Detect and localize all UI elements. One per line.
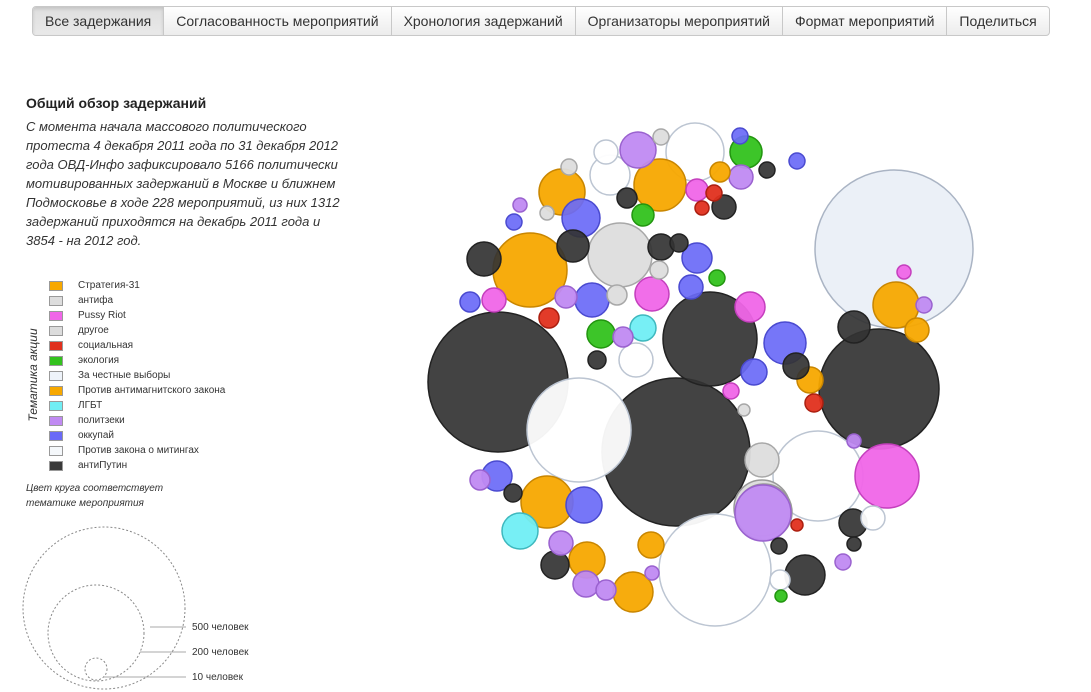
bubble[interactable] (769, 569, 791, 591)
bubble[interactable] (587, 350, 607, 370)
bubble[interactable] (896, 264, 912, 280)
bubble[interactable] (538, 307, 560, 329)
bubble[interactable] (846, 433, 862, 449)
bubble[interactable] (629, 314, 657, 342)
bubble[interactable] (647, 233, 675, 261)
bubble[interactable] (540, 550, 570, 580)
bubble[interactable] (649, 260, 669, 280)
bubble[interactable] (709, 161, 731, 183)
bubble[interactable] (503, 483, 523, 503)
bubble[interactable] (572, 570, 600, 598)
bubble[interactable] (804, 393, 824, 413)
bubble[interactable] (854, 443, 920, 509)
bubble[interactable] (526, 377, 632, 483)
bubble[interactable] (708, 269, 726, 287)
bubble[interactable] (758, 161, 776, 179)
bubble[interactable] (669, 233, 689, 253)
bubble[interactable] (501, 512, 539, 550)
bubble[interactable] (834, 553, 852, 571)
bubble[interactable] (634, 276, 670, 312)
bubble[interactable] (678, 274, 704, 300)
bubble[interactable] (505, 213, 523, 231)
bubble[interactable] (574, 282, 610, 318)
bubble[interactable] (565, 486, 603, 524)
bubble[interactable] (846, 536, 862, 552)
bubble[interactable] (548, 530, 574, 556)
bubble[interactable] (782, 352, 810, 380)
bubble[interactable] (644, 565, 660, 581)
bubble[interactable] (587, 222, 653, 288)
bubble[interactable] (560, 158, 578, 176)
bubble[interactable] (860, 505, 886, 531)
bubble[interactable] (685, 178, 709, 202)
bubble[interactable] (606, 284, 628, 306)
bubble[interactable] (694, 200, 710, 216)
bubble[interactable] (737, 403, 751, 417)
bubble[interactable] (774, 589, 788, 603)
bubble[interactable] (770, 537, 788, 555)
bubble[interactable] (788, 152, 806, 170)
bubble[interactable] (744, 442, 780, 478)
bubble[interactable] (631, 203, 655, 227)
bubble[interactable] (556, 229, 590, 263)
bubble[interactable] (837, 310, 871, 344)
bubble[interactable] (731, 127, 749, 145)
bubble[interactable] (469, 469, 491, 491)
bubble[interactable] (728, 164, 754, 190)
bubble[interactable] (637, 531, 665, 559)
bubble[interactable] (593, 139, 619, 165)
bubble[interactable] (915, 296, 933, 314)
bubble-chart (427, 122, 974, 627)
bubble[interactable] (539, 205, 555, 221)
bubble[interactable] (481, 287, 507, 313)
bubble[interactable] (595, 579, 617, 601)
bubble[interactable] (784, 554, 826, 596)
bubble[interactable] (612, 326, 634, 348)
bubble[interactable] (586, 319, 616, 349)
bubble[interactable] (904, 317, 930, 343)
bubble[interactable] (652, 128, 670, 146)
bubble[interactable] (618, 342, 654, 378)
bubble[interactable] (619, 131, 657, 169)
bubble[interactable] (734, 291, 766, 323)
bubble[interactable] (818, 328, 940, 450)
bubble[interactable] (554, 285, 578, 309)
bubble[interactable] (512, 197, 528, 213)
bubble[interactable] (790, 518, 804, 532)
bubble[interactable] (722, 382, 740, 400)
bubble[interactable] (616, 187, 638, 209)
bubble[interactable] (734, 484, 792, 542)
bubble[interactable] (459, 291, 481, 313)
bubble[interactable] (705, 184, 723, 202)
bubble[interactable] (466, 241, 502, 277)
bubble[interactable] (740, 358, 768, 386)
